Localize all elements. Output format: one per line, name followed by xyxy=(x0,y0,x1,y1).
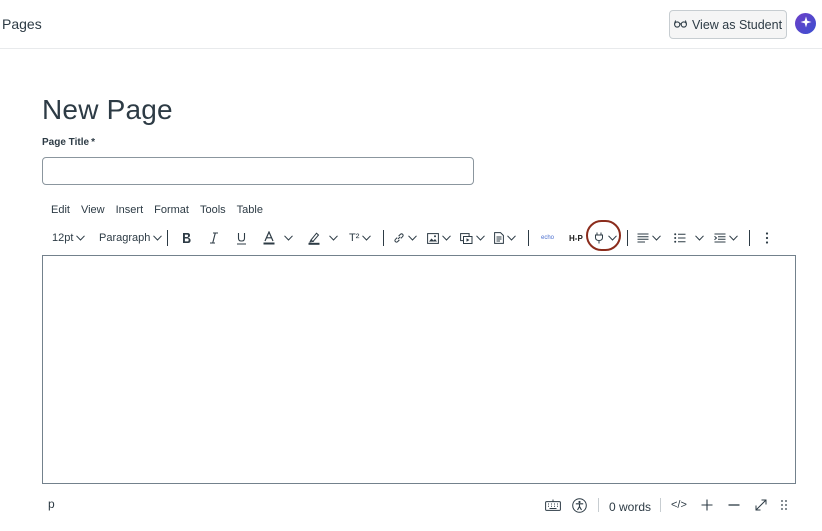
chevron-down-icon xyxy=(362,235,372,241)
h5p-button[interactable]: H-P xyxy=(569,226,583,250)
glasses-icon xyxy=(673,18,687,32)
block-format-value: Paragraph xyxy=(99,232,151,244)
menu-tools[interactable]: Tools xyxy=(200,204,226,216)
media-icon xyxy=(460,232,473,244)
keyboard-shortcuts-button[interactable] xyxy=(545,495,561,515)
chevron-down-icon xyxy=(695,235,704,241)
bullet-list-icon xyxy=(674,233,686,243)
toolbar-divider xyxy=(627,230,628,246)
highlight-ring xyxy=(586,220,621,251)
accessibility-icon xyxy=(572,497,587,513)
plus-icon xyxy=(701,499,713,511)
chevron-down-icon xyxy=(729,235,738,241)
ai-assistant-button[interactable] xyxy=(795,13,816,34)
view-as-student-button[interactable]: View as Student xyxy=(669,10,787,39)
block-format-dropdown[interactable]: Paragraph xyxy=(99,226,163,250)
list-dropdown[interactable] xyxy=(674,226,704,250)
underline-icon xyxy=(237,232,246,245)
editor-menubar: Edit View Insert Format Tools Table xyxy=(51,204,274,216)
keyboard-icon xyxy=(545,499,561,511)
document-button[interactable] xyxy=(494,226,516,250)
toolbar-divider xyxy=(528,230,529,246)
text-color-icon xyxy=(263,231,275,245)
indent-dropdown[interactable] xyxy=(714,226,738,250)
statusbar-divider xyxy=(660,498,661,512)
link-icon xyxy=(394,233,404,243)
highlight-color-button[interactable] xyxy=(308,226,338,250)
echo-label: echo xyxy=(541,235,555,241)
top-bar: Pages View as Student xyxy=(0,0,822,49)
menu-format[interactable]: Format xyxy=(154,204,189,216)
bold-icon xyxy=(183,233,191,243)
html-editor-toggle[interactable]: </> xyxy=(671,495,687,515)
zoom-in-button[interactable] xyxy=(701,495,713,515)
chevron-down-icon xyxy=(507,235,516,241)
h5p-label: H-P xyxy=(569,233,583,243)
accessibility-checker-button[interactable] xyxy=(572,495,587,515)
statusbar-divider xyxy=(598,498,599,512)
underline-button[interactable] xyxy=(236,226,247,250)
page-title-input[interactable] xyxy=(42,157,474,185)
toolbar-divider xyxy=(749,230,750,246)
drag-handle-icon xyxy=(781,500,787,510)
element-path[interactable]: p xyxy=(48,497,55,511)
more-options-button[interactable] xyxy=(765,226,769,250)
font-size-value: 12pt xyxy=(52,232,74,244)
chevron-down-icon xyxy=(153,235,163,241)
word-count[interactable]: 0 words xyxy=(609,497,651,517)
expand-icon xyxy=(755,499,767,511)
menu-view[interactable]: View xyxy=(81,204,105,216)
toolbar-divider xyxy=(383,230,384,246)
image-icon xyxy=(427,232,439,244)
toolbar-divider xyxy=(167,230,168,246)
page-title: New Page xyxy=(42,94,173,125)
word-count-label: 0 words xyxy=(609,500,652,514)
menu-table[interactable]: Table xyxy=(237,204,263,216)
editor-statusbar: p 0 words </> xyxy=(42,493,796,517)
document-icon xyxy=(494,232,504,244)
chevron-down-icon xyxy=(442,235,451,241)
zoom-out-button[interactable] xyxy=(728,495,740,515)
align-dropdown[interactable] xyxy=(637,226,661,250)
page-title-label-text: Page Title xyxy=(42,137,90,148)
highlighter-icon xyxy=(308,232,320,245)
chevron-down-icon xyxy=(652,235,661,241)
required-mark: * xyxy=(91,137,95,148)
breadcrumb-pages[interactable]: Pages xyxy=(2,16,42,32)
chevron-down-icon xyxy=(76,235,86,241)
image-button[interactable] xyxy=(427,226,451,250)
superscript-label: T² xyxy=(349,232,360,244)
chevron-down-icon xyxy=(284,235,293,241)
echo-button[interactable]: echo xyxy=(541,226,554,250)
menu-edit[interactable]: Edit xyxy=(51,204,70,216)
link-button[interactable] xyxy=(393,226,417,250)
menu-insert[interactable]: Insert xyxy=(116,204,144,216)
media-button[interactable] xyxy=(460,226,485,250)
resize-handle[interactable] xyxy=(780,495,788,515)
minus-icon xyxy=(728,504,740,506)
kebab-menu-icon xyxy=(765,232,769,244)
bold-button[interactable] xyxy=(181,226,192,250)
view-as-student-label: View as Student xyxy=(691,17,783,32)
sparkle-icon xyxy=(800,15,812,33)
page-title-label: Page Title * xyxy=(42,137,95,148)
italic-button[interactable] xyxy=(209,226,219,250)
html-toggle-label: </> xyxy=(671,499,687,511)
chevron-down-icon xyxy=(329,235,338,241)
align-icon xyxy=(637,233,649,243)
italic-icon xyxy=(210,232,218,244)
indent-icon xyxy=(714,233,726,243)
chevron-down-icon xyxy=(408,235,417,241)
rich-content-editor[interactable] xyxy=(42,255,796,484)
chevron-down-icon xyxy=(476,235,485,241)
text-color-button[interactable] xyxy=(263,226,293,250)
fullscreen-button[interactable] xyxy=(755,495,767,515)
superscript-dropdown[interactable]: T² xyxy=(349,226,372,250)
editor-toolbar: 12pt Paragraph T² echo H-P xyxy=(42,220,796,251)
font-size-dropdown[interactable]: 12pt xyxy=(52,226,86,250)
